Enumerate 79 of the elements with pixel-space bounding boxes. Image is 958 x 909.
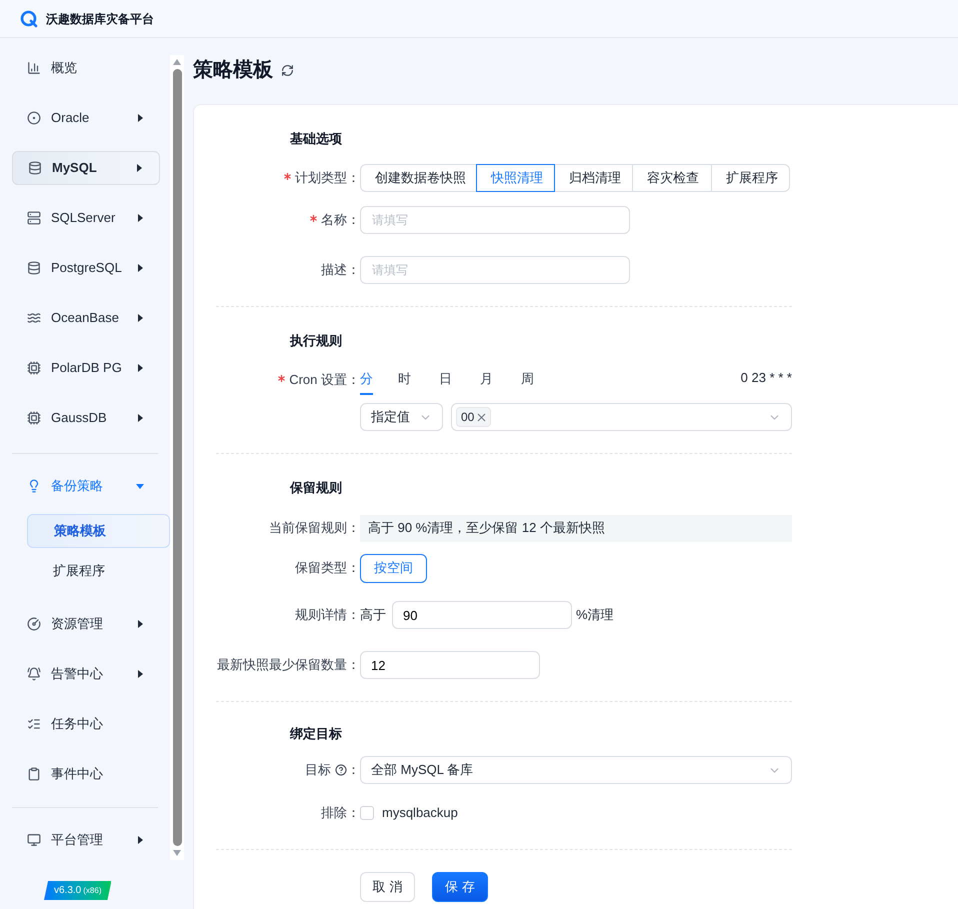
menu-item[interactable]: 资源管理	[12, 607, 160, 641]
text-field[interactable]: 请填写	[360, 206, 630, 234]
field-label: 名称：	[321, 211, 360, 230]
detail-suffix: %清理	[576, 606, 614, 624]
waves-icon	[27, 311, 41, 325]
ring-icon	[27, 111, 41, 125]
list-icon	[27, 717, 41, 731]
menu-item[interactable]: OceanBase	[12, 301, 160, 335]
menu-item[interactable]: 平台管理	[12, 823, 160, 857]
field-label: 当前保留规则：	[269, 519, 360, 538]
bulb-icon	[27, 479, 41, 493]
menu-item[interactable]: GaussDB	[12, 401, 160, 435]
field-label: 规则详情：	[295, 606, 360, 624]
section-heading: 保留规则	[290, 479, 342, 498]
cron-expression: 0 23 * * *	[740, 369, 792, 388]
alarm-icon	[27, 667, 41, 681]
field-label: 计划类型：	[295, 169, 360, 188]
text-field[interactable]: 请填写	[360, 256, 630, 284]
section-heading: 基础选项	[290, 130, 342, 148]
submenu-item[interactable]: 扩展程序	[27, 554, 170, 588]
server-icon	[27, 211, 41, 225]
plan-type-option[interactable]: 创建数据卷快照	[360, 164, 477, 192]
menu-item[interactable]: 概览	[12, 51, 160, 85]
menu-item[interactable]: 备份策略	[12, 469, 160, 503]
retention-type-option[interactable]: 按空间	[360, 554, 427, 582]
field-label: 最新快照最少保留数量：	[217, 656, 360, 674]
plan-type-option[interactable]: 容灾检查	[632, 164, 712, 192]
version-badge: v6.3.0 (x86)	[44, 881, 112, 900]
mode-select[interactable]: 指定值	[360, 403, 443, 431]
value-select[interactable]: 00	[451, 403, 792, 431]
section-heading: 绑定目标	[290, 725, 342, 744]
detail-prefix: 高于	[360, 606, 386, 624]
menu-item[interactable]: MySQL	[12, 151, 160, 185]
min-keep-field[interactable]: 12	[360, 651, 540, 679]
cron-unit-tab[interactable]: 时	[398, 365, 439, 395]
menu-item[interactable]: SQLServer	[12, 201, 160, 235]
cron-unit-tab[interactable]: 月	[480, 365, 521, 395]
checkbox-label: mysqlbackup	[382, 804, 458, 822]
plan-type-option[interactable]: 归档清理	[554, 164, 633, 192]
field-label: 描述：	[321, 261, 360, 280]
menu-item[interactable]: 任务中心	[12, 707, 160, 741]
submenu-item[interactable]: 策略模板	[27, 514, 170, 548]
target-select[interactable]: 全部 MySQL 备库	[360, 756, 792, 784]
remove-icon[interactable]	[477, 412, 486, 422]
gauge-icon	[27, 617, 41, 631]
cron-unit-tab[interactable]: 日	[439, 365, 480, 395]
cancel-button[interactable]: 取 消	[360, 872, 415, 902]
cron-unit-tab[interactable]: 周	[521, 365, 562, 395]
monitor-icon	[27, 833, 41, 847]
plan-type-option[interactable]: 扩展程序	[711, 164, 790, 192]
checkbox[interactable]	[360, 806, 374, 820]
menu-item[interactable]: PolarDB PG	[12, 351, 160, 385]
threshold-field[interactable]: 90	[392, 601, 572, 629]
logo-icon	[20, 10, 38, 28]
menu-item[interactable]: PostgreSQL	[12, 251, 160, 285]
bar-chart-icon	[27, 61, 41, 75]
scroll-down-icon[interactable]	[173, 850, 181, 856]
field-label: 保留类型：	[295, 559, 360, 578]
clipboard-icon	[27, 767, 41, 781]
database-icon	[28, 161, 42, 175]
menu-item[interactable]: 事件中心	[12, 757, 160, 791]
scroll-up-icon[interactable]	[173, 59, 181, 65]
value-tag: 00	[456, 407, 492, 427]
refresh-icon[interactable]	[281, 64, 294, 76]
save-button[interactable]: 保 存	[432, 872, 488, 902]
field-label: Cron 设置：	[289, 371, 360, 390]
menu-item[interactable]: Oracle	[12, 101, 160, 135]
label-colon: ：	[347, 761, 360, 780]
field-label: 目标	[305, 761, 331, 780]
help-icon[interactable]	[335, 764, 347, 776]
current-rule-summary: 高于 90 %清理，至少保留 12 个最新快照	[360, 514, 792, 542]
cron-unit-tab[interactable]: 分	[360, 365, 373, 395]
app-name: 沃趣数据库灾备平台	[46, 10, 154, 28]
section-heading: 执行规则	[290, 332, 342, 350]
page-title: 策略模板	[193, 58, 273, 83]
field-label: 排除：	[321, 804, 360, 822]
menu-item[interactable]: 告警中心	[12, 657, 160, 691]
plan-type-option[interactable]: 快照清理	[476, 164, 555, 192]
scrollbar-thumb[interactable]	[172, 69, 182, 846]
